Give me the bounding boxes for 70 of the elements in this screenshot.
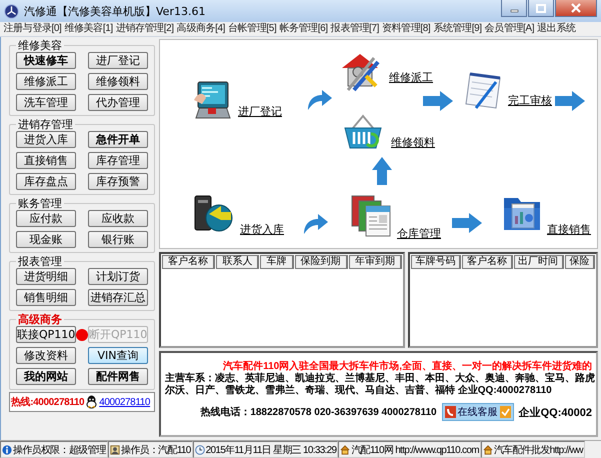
status-text: 操作员权限：超级管理 — [13, 444, 106, 456]
action-button[interactable]: 库存预警 — [88, 173, 148, 190]
group-title: 进销存管理 — [17, 118, 74, 131]
ad-headline: 汽车配件110网入驻全国最大拆车件市场,全面、直接、一对一的解决拆车件进货难的 — [222, 359, 592, 372]
flow-link[interactable]: 进货入库 — [240, 222, 284, 237]
action-button[interactable]: 库存盘点 — [16, 173, 76, 190]
flow-link[interactable]: 仓库管理 — [397, 226, 441, 241]
action-button[interactable]: 洗车管理 — [16, 94, 76, 111]
menu-item[interactable]: 进销存管理[2] — [114, 22, 176, 36]
action-button[interactable]: 进货入库 — [16, 131, 76, 148]
action-button[interactable]: 联接QP110 — [16, 326, 76, 343]
column-header[interactable]: 保险到期 — [294, 255, 348, 269]
action-button[interactable]: 直接销售 — [16, 152, 76, 169]
action-button[interactable]: 急件开单 — [88, 131, 148, 148]
action-button[interactable]: 银行账 — [88, 231, 148, 248]
column-header[interactable]: 年审到期 — [348, 255, 402, 269]
action-button[interactable]: 修改资料 — [16, 347, 76, 364]
menu-item[interactable]: 退出系统 — [536, 22, 577, 36]
action-button[interactable]: 进厂登记 — [88, 52, 148, 69]
menu-item[interactable]: 台帐管理[5] — [226, 22, 278, 36]
status-text: 汽车配件批发http://ww — [494, 444, 583, 456]
group-title: 高级商务 — [17, 313, 63, 326]
group-title: 账务管理 — [17, 197, 63, 210]
action-button[interactable]: 应付款 — [16, 210, 76, 227]
menu-item[interactable]: 高级商务[4] — [175, 22, 226, 36]
hotline-text: 热线电话：18822870578 020-36397639 4000278110 — [200, 406, 437, 419]
action-button[interactable]: 进销存汇总 — [88, 289, 148, 306]
action-button[interactable]: 销售明细 — [16, 289, 76, 306]
menu-item[interactable]: 注册与登录[0] — [2, 22, 63, 36]
action-button[interactable]: VIN查询 — [88, 347, 148, 364]
column-header[interactable]: 客户名称 — [162, 255, 216, 269]
column-header[interactable]: 客户名称 — [462, 255, 512, 269]
action-button[interactable]: 维修派工 — [16, 73, 76, 90]
flow-link[interactable]: 维修领料 — [391, 135, 435, 150]
group-title: 报表管理 — [17, 255, 63, 268]
column-header[interactable]: 联系人 — [216, 255, 260, 269]
action-button[interactable]: 计划订货 — [88, 268, 148, 285]
action-button[interactable]: 快速修车 — [16, 52, 76, 69]
flow-link[interactable]: 进厂登记 — [238, 104, 282, 119]
menu-item[interactable]: 资料管理[8] — [380, 22, 432, 36]
qq-link[interactable]: 4000278110 — [99, 396, 150, 408]
status-text: 汽配110网 http://www.qp110.com — [351, 444, 479, 456]
action-button[interactable]: 维修领料 — [88, 73, 148, 90]
action-button[interactable]: 我的网站 — [16, 368, 76, 385]
menu-item[interactable]: 系统管理[9] — [432, 22, 484, 36]
flow-link[interactable]: 直接销售 — [547, 222, 591, 237]
action-button[interactable]: 代办管理 — [88, 94, 148, 111]
action-button[interactable]: 应收款 — [88, 210, 148, 227]
flow-link[interactable]: 完工审核 — [508, 93, 552, 108]
status-text: 2015年11月11日 星期三 10:33:29 — [206, 444, 336, 456]
column-header[interactable]: 车牌 — [260, 255, 294, 269]
hotline-text: 热线:4000278110 — [11, 396, 84, 409]
action-button[interactable]: 进货明细 — [16, 268, 76, 285]
flow-link[interactable]: 维修派工 — [389, 70, 433, 85]
brand-list-text: 尔沃、日产、雪铁龙、雪弗兰、奇瑞、现代、马自达、吉普、福特 企业QQ:4000278110 — [165, 385, 553, 397]
menu-item[interactable]: 会员管理[A] — [483, 22, 536, 36]
column-header[interactable]: 保险 — [564, 255, 595, 269]
action-button[interactable]: 现金账 — [16, 231, 76, 248]
action-button[interactable]: 库存管理 — [88, 152, 148, 169]
online-service-button[interactable]: 在线客服 — [442, 403, 514, 421]
menu-item[interactable]: 帐务管理[6] — [278, 22, 330, 36]
column-header[interactable]: 车牌号码 — [411, 255, 462, 269]
column-header[interactable]: 出厂时间 — [514, 255, 564, 269]
group-title: 维修美容 — [17, 39, 63, 52]
window-title: 汽修通【汽修美容单机版】Ver13.61 — [24, 4, 206, 18]
status-text: 操作员：汽配110 — [121, 444, 191, 456]
menu-item[interactable]: 报表管理[7] — [329, 22, 380, 36]
menu-item[interactable]: 维修美容[1] — [62, 22, 114, 36]
qq-text: 企业QQ:40002 — [518, 406, 592, 420]
action-button[interactable]: 配件网售 — [88, 368, 148, 385]
